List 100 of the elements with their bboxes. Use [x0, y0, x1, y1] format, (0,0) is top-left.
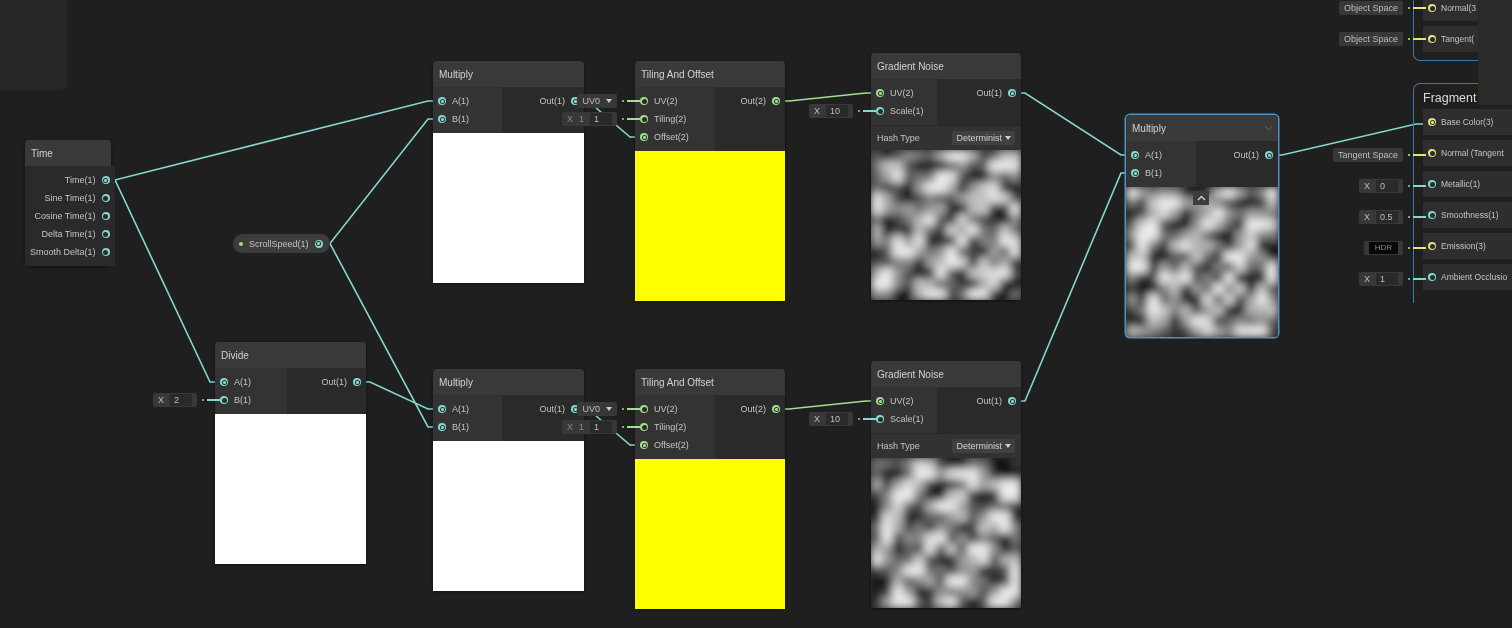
node-header[interactable]: Divide [215, 342, 366, 368]
port-icon[interactable] [1428, 211, 1436, 219]
node-card[interactable]: Multiply A(1) B(1) Out(1) [1126, 115, 1278, 337]
caret-icon [606, 99, 612, 103]
port-label: Out(2) [740, 96, 766, 106]
port-icon[interactable] [438, 97, 446, 105]
port-label: A(1) [234, 377, 251, 387]
port-label: B(1) [1145, 168, 1162, 178]
node-title: Multiply [439, 68, 473, 80]
port-icon[interactable] [1428, 273, 1436, 281]
node-header[interactable]: Multiply [433, 61, 584, 87]
port-icon[interactable] [101, 194, 110, 202]
node-header[interactable]: Multiply [1126, 115, 1278, 141]
caret-icon [1005, 136, 1011, 140]
port-icon[interactable] [876, 89, 884, 97]
port-icon[interactable] [438, 423, 446, 431]
port-icon[interactable] [101, 248, 110, 256]
port-icon[interactable] [101, 230, 110, 238]
port-icon[interactable] [640, 423, 648, 431]
node-card[interactable]: Tiling And Offset UV(2) Tiling(2) Offset(2) Out(2) [635, 61, 785, 301]
block-label: Emission(3) [1441, 241, 1486, 251]
node-title: Tiling And Offset [641, 376, 714, 388]
port-icon[interactable] [1428, 118, 1436, 126]
dropdown[interactable]: Determinist [952, 131, 1015, 145]
caret-icon [606, 407, 612, 411]
port-icon[interactable] [640, 133, 648, 141]
port-icon[interactable] [314, 239, 323, 248]
port-icon[interactable] [220, 396, 228, 404]
node-card[interactable]: Gradient Noise UV(2) Scale(1) Out(1) Hash Type Determinist [871, 361, 1021, 608]
setting-label: Hash Type [877, 441, 920, 451]
node-title: Tiling And Offset [641, 68, 714, 80]
port-label: UV(2) [654, 96, 678, 106]
port-icon[interactable] [640, 115, 648, 123]
port-label: Time(1) [64, 175, 96, 185]
port-label: Out(1) [976, 396, 1002, 406]
port-label: B(1) [234, 395, 251, 405]
port-icon[interactable] [1428, 242, 1436, 250]
port-label: Out(1) [539, 404, 565, 414]
port-label: Out(2) [740, 404, 766, 414]
port-icon[interactable] [772, 405, 780, 413]
port-label: Cosine Time(1) [34, 211, 96, 221]
block-label: Normal (Tangent [1441, 148, 1504, 158]
node-title: Multiply [1132, 122, 1166, 134]
port-icon[interactable] [1008, 397, 1016, 405]
port-label: Smooth Delta(1) [30, 247, 96, 257]
port-icon[interactable] [1131, 169, 1139, 177]
port-label: Offset(2) [654, 132, 689, 142]
port-icon[interactable] [1428, 4, 1436, 12]
port-label: A(1) [452, 96, 469, 106]
port-icon[interactable] [640, 405, 648, 413]
port-icon[interactable] [1265, 151, 1273, 159]
node-title: Time [31, 147, 53, 159]
node-header[interactable]: Gradient Noise [871, 53, 1021, 79]
node-card[interactable]: Tiling And Offset UV(2) Tiling(2) Offset(2) Out(2) [635, 369, 785, 609]
port-icon[interactable] [1428, 35, 1436, 43]
node-header[interactable]: Tiling And Offset [635, 369, 785, 395]
node-title: Gradient Noise [877, 368, 944, 380]
port-icon[interactable] [220, 378, 228, 386]
port-icon[interactable] [438, 405, 446, 413]
port-label: B(1) [452, 422, 469, 432]
port-icon[interactable] [101, 176, 110, 184]
node-header[interactable]: Time [25, 140, 111, 166]
port-icon[interactable] [876, 415, 884, 423]
port-label: Out(1) [539, 96, 565, 106]
port-label: UV(2) [890, 396, 914, 406]
node-title: Divide [221, 349, 249, 361]
port-icon[interactable] [640, 441, 648, 449]
dropdown[interactable]: Determinist [952, 439, 1015, 453]
node-header[interactable]: Tiling And Offset [635, 61, 785, 87]
port-label: Scale(1) [890, 414, 924, 424]
port-icon[interactable] [640, 97, 648, 105]
port-label: UV(2) [890, 88, 914, 98]
node-card[interactable]: Divide A(1) B(1) Out(1) [215, 342, 366, 564]
collapse-button[interactable] [1193, 191, 1209, 205]
node-header[interactable]: Multiply [433, 369, 584, 395]
port-icon[interactable] [1428, 149, 1436, 157]
chevron-up-icon [1196, 195, 1206, 201]
port-label: Tiling(2) [654, 114, 687, 124]
port-icon[interactable] [353, 378, 361, 386]
port-icon[interactable] [876, 397, 884, 405]
port-label: UV(2) [654, 404, 678, 414]
port-icon[interactable] [772, 97, 780, 105]
block-label: Ambient Occlusio [1441, 272, 1508, 282]
port-icon[interactable] [876, 107, 884, 115]
port-icon[interactable] [438, 115, 446, 123]
port-icon[interactable] [1008, 89, 1016, 97]
property-node[interactable]: ScrollSpeed(1) [233, 234, 330, 253]
port-icon[interactable] [101, 212, 110, 220]
port-icon[interactable] [1131, 151, 1139, 159]
node-title: Multiply [439, 376, 473, 388]
node-title: Gradient Noise [877, 60, 944, 72]
block-label: Tangent( [1441, 34, 1475, 44]
port-icon[interactable] [1428, 180, 1436, 188]
node-header[interactable]: Gradient Noise [871, 361, 1021, 387]
node-card[interactable]: Gradient Noise UV(2) Scale(1) Out(1) Hash Type Determinist [871, 53, 1021, 300]
port-label: Delta Time(1) [41, 229, 96, 239]
port-label: Offset(2) [654, 440, 689, 450]
port-label: A(1) [1145, 150, 1162, 160]
block-label: Base Color(3) [1441, 117, 1494, 127]
port-label: Out(1) [976, 88, 1002, 98]
